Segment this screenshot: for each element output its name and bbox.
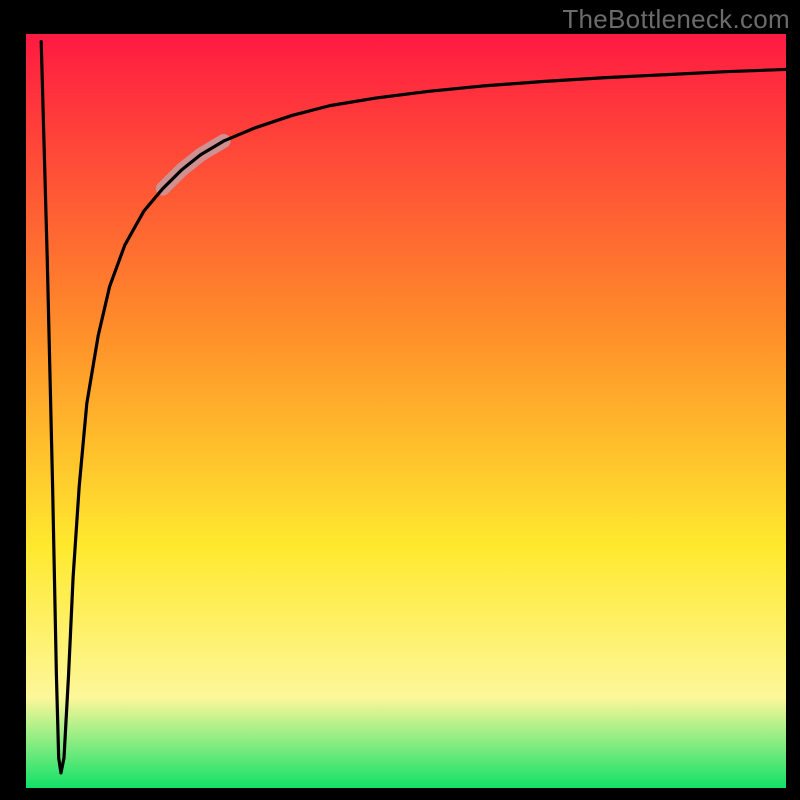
gradient-background [26, 34, 786, 788]
attribution-text: TheBottleneck.com [562, 4, 790, 35]
chart-frame: TheBottleneck.com [0, 0, 800, 800]
plot-svg [26, 34, 786, 788]
plot-area [26, 34, 786, 788]
